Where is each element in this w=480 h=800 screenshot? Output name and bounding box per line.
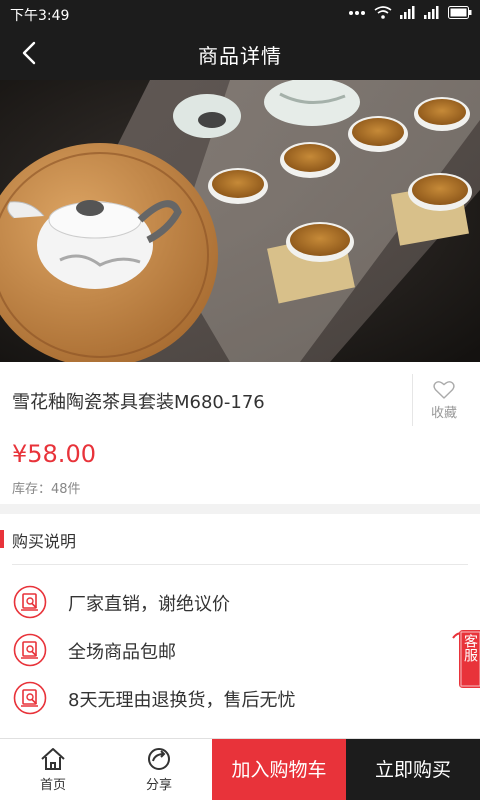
teapot-set-photo: [0, 80, 480, 362]
customer-service-tab-shape: 客服: [452, 630, 480, 688]
section-accent-bar: [0, 530, 4, 548]
buy-now-button[interactable]: 立即购买: [346, 739, 480, 800]
info-item: 厂家直销，谢绝议价: [12, 584, 452, 620]
info-text: 全场商品包邮: [68, 642, 176, 663]
battery-icon: [448, 6, 472, 19]
info-item: 全场商品包邮: [12, 632, 452, 668]
info-text: 厂家直销，谢绝议价: [68, 594, 230, 615]
product-banner[interactable]: [0, 80, 480, 362]
divider: [12, 564, 468, 565]
page-title: 商品详情: [198, 44, 282, 68]
section-title: 购买说明: [12, 532, 77, 551]
guarantee-icon: [13, 633, 47, 667]
guarantee-icon: [13, 681, 47, 715]
favorite-label: 收藏: [430, 406, 457, 421]
product-price: ¥58.00: [12, 440, 96, 468]
guarantee-icon: [13, 585, 47, 619]
tab-home[interactable]: 首页: [0, 739, 106, 800]
divider: [412, 374, 413, 426]
status-bar: 下午3:49: [0, 0, 480, 26]
product-title: 雪花釉陶瓷茶具套装M680-176: [12, 392, 265, 413]
status-time: 下午3:49: [10, 8, 70, 24]
favorite-button[interactable]: 收藏: [416, 380, 472, 424]
signal-icon: [424, 6, 439, 19]
bottom-bar: 首页 分享 加入购物车 立即购买: [0, 738, 480, 800]
tab-share-label: 分享: [145, 778, 172, 793]
product-stock: 库存：48件: [12, 482, 81, 497]
dots-icon: [349, 10, 365, 15]
info-text: 8天无理由退换货，售后无忧: [68, 690, 296, 711]
wifi-icon: [374, 6, 392, 19]
status-icons: [348, 6, 472, 19]
home-icon: [41, 748, 65, 770]
info-item: 8天无理由退换货，售后无忧: [12, 680, 452, 716]
tab-share[interactable]: 分享: [106, 739, 212, 800]
customer-service-button[interactable]: 客服: [449, 630, 480, 690]
product-info: 雪花釉陶瓷茶具套装M680-176 收藏 ¥58.00 库存：48件: [0, 362, 480, 504]
tab-home-label: 首页: [39, 778, 66, 793]
heart-outline-icon: [433, 381, 455, 399]
signal-icon: [400, 6, 415, 19]
nav-bar: 商品详情: [0, 26, 480, 80]
purchase-info: 购买说明 厂家直销，谢绝议价 全场商品包邮 8天无理由退换货，售后无忧: [0, 514, 480, 738]
share-icon: [148, 748, 170, 770]
service-label: 客服: [462, 633, 478, 663]
add-to-cart-button[interactable]: 加入购物车: [212, 739, 346, 800]
